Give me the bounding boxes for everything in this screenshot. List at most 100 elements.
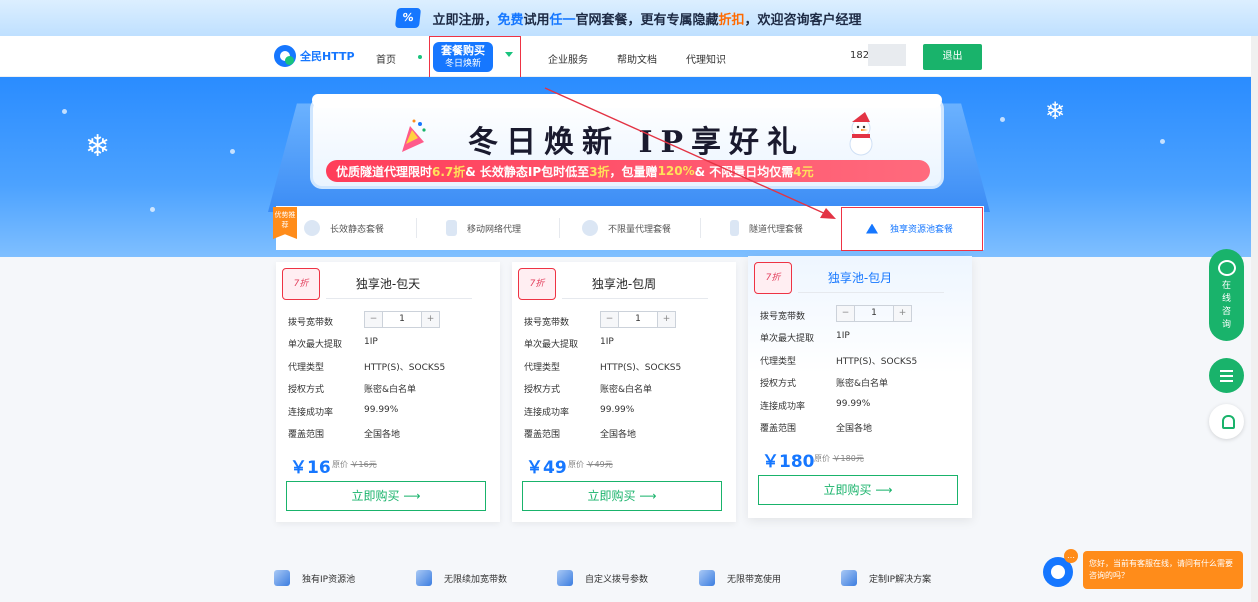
hero-bar-highlight: 4元 (793, 164, 814, 179)
plus-button[interactable]: + (894, 306, 911, 321)
nav-home[interactable]: 首页 (376, 51, 396, 66)
label-proxy-type: 代理类型 (288, 363, 325, 373)
page-scrollbar[interactable] (1251, 36, 1258, 602)
tab-unlimited[interactable]: 不限量代理套餐 (582, 220, 671, 236)
hero-bar-highlight: 120% (657, 164, 695, 178)
nav-knowledge[interactable]: 代理知识 (686, 51, 726, 66)
minus-button[interactable]: − (601, 312, 618, 327)
minus-button[interactable]: − (365, 312, 382, 327)
customer-service-popup[interactable]: 您好，当前有客服在线，请问有什么需要咨询的吗？ (1083, 551, 1243, 589)
card-title: 独享池-包天 (355, 277, 421, 291)
original-price: 原价 ￥49元 (568, 459, 613, 470)
promo-text-3: 试用 (523, 12, 550, 28)
quantity-input[interactable]: 1 (382, 312, 422, 327)
gear-icon (582, 220, 598, 236)
quantity-stepper[interactable]: − 1 + (836, 305, 912, 322)
value-max-fetch: 1IP (364, 337, 378, 347)
nav-dot-icon (418, 55, 422, 59)
feature-item: 无限带宽使用 (699, 570, 781, 586)
plus-button[interactable]: + (422, 312, 439, 327)
value-auth: 账密&白名单 (364, 385, 417, 395)
price: ￥16 (290, 458, 331, 478)
value-auth: 账密&白名单 (836, 379, 889, 389)
feature-item: 独有IP资源池 (274, 570, 355, 586)
tab-mobile[interactable]: 移动网络代理 (446, 220, 521, 236)
label-success-rate: 连接成功率 (288, 408, 334, 418)
hero-bar-highlight: 3折 (589, 164, 610, 179)
logout-button[interactable]: 退出 (923, 44, 982, 70)
nav-docs[interactable]: 帮助文档 (617, 51, 657, 66)
package-card: 7折 独享池-包天 拨号宽带数 − 1 + 单次最大提取 1IP 代理类型 HT… (276, 262, 500, 522)
promo-banner[interactable]: % 立即注册， 免费 试用 任一 官网套餐，更有专属隐藏 折扣 ，欢迎咨询客户经… (0, 0, 1258, 36)
nav-enterprise[interactable]: 企业服务 (548, 51, 588, 66)
buy-button[interactable]: 立即购买 ⟶ (286, 481, 486, 511)
pool-icon (866, 223, 878, 234)
arrow-right-icon: ⟶ (875, 483, 893, 497)
quantity-input[interactable]: 1 (854, 306, 894, 321)
label-max-fetch: 单次最大提取 (288, 340, 343, 350)
label-proxy-type: 代理类型 (524, 363, 561, 373)
consult-char: 询 (1221, 320, 1231, 330)
value-success-rate: 99.99% (600, 405, 635, 415)
online-consult-button[interactable]: 在 线 咨 询 (1209, 249, 1244, 341)
quantity-input[interactable]: 1 (618, 312, 658, 327)
tab-exclusive-pool[interactable]: 独享资源池套餐 (866, 222, 953, 235)
bell-icon[interactable] (1209, 404, 1244, 439)
tab-label: 独享资源池套餐 (890, 225, 954, 235)
label-auth: 授权方式 (288, 385, 325, 395)
tab-label: 移动网络代理 (467, 224, 522, 235)
feature-item: 无限续加宽带数 (416, 570, 507, 586)
chevron-down-icon[interactable] (505, 52, 513, 57)
label-coverage: 覆盖范围 (524, 430, 561, 440)
tab-label: 长效静态套餐 (330, 224, 385, 235)
party-popper-icon (402, 119, 426, 152)
feature-icon (416, 570, 432, 586)
value-coverage: 全国各地 (364, 430, 401, 440)
tab-label: 隧道代理套餐 (749, 224, 804, 235)
chat-bubble-icon (1217, 260, 1236, 276)
card-title: 独享池-包月 (827, 271, 893, 285)
snowflake-icon: ❄ (1045, 97, 1066, 125)
phone-icon (446, 220, 457, 236)
feature-icon (557, 570, 573, 586)
user-phone[interactable]: 182 (850, 50, 869, 61)
promo-text-2: 免费 (497, 12, 524, 28)
quantity-stepper[interactable]: − 1 + (364, 311, 440, 328)
minus-button[interactable]: − (837, 306, 854, 321)
buy-button[interactable]: 立即购买 ⟶ (758, 475, 958, 505)
logo-text: 全民HTTP (300, 50, 355, 63)
value-proxy-type: HTTP(S)、SOCKS5 (836, 357, 918, 367)
online-consult-label: 在 线 咨 询 (1209, 280, 1244, 332)
hero-bar-text: & 不限量日均仅需 (694, 164, 794, 179)
tab-static[interactable]: 长效静态套餐 (304, 220, 384, 236)
arrow-right-icon: ⟶ (403, 489, 421, 503)
original-price: 原价 ￥16元 (332, 459, 377, 470)
quantity-stepper[interactable]: − 1 + (600, 311, 676, 328)
promo-text-7: ，欢迎咨询客户经理 (744, 12, 862, 28)
settings-sliders-icon[interactable] (1209, 358, 1244, 393)
plus-button[interactable]: + (658, 312, 675, 327)
arrow-right-icon: ⟶ (639, 489, 657, 503)
site-logo[interactable]: 全民HTTP (274, 45, 355, 67)
label-auth: 授权方式 (524, 385, 561, 395)
promo-text-5: 官网套餐，更有专属隐藏 (575, 12, 719, 28)
label-auth: 授权方式 (760, 379, 797, 389)
package-card-active: 7折 独享池-包月 拨号宽带数 − 1 + 单次最大提取 1IP 代理类型 HT… (748, 256, 972, 518)
tab-tunnel[interactable]: 隧道代理套餐 (730, 220, 803, 236)
feature-item: 自定义拨号参数 (557, 570, 648, 586)
buy-label: 立即购买 (351, 489, 400, 503)
hero-bar-text: & 长效静态IP包时低至 (465, 164, 590, 179)
hero-bar-text: ，包量赠 (609, 164, 658, 179)
hero-title: 冬日焕新 IP享好礼 (468, 125, 806, 160)
logo-icon (274, 45, 296, 67)
original-price-label: 原价 (814, 454, 830, 463)
promo-text-6: 折扣 (718, 12, 745, 28)
snowman-icon (849, 112, 873, 156)
clock-icon (304, 220, 320, 236)
value-max-fetch: 1IP (600, 337, 614, 347)
nav-package[interactable]: 套餐购买 冬日焕新 (433, 42, 493, 72)
buy-label: 立即购买 (823, 483, 872, 497)
label-proxy-type: 代理类型 (760, 357, 797, 367)
buy-button[interactable]: 立即购买 ⟶ (522, 481, 722, 511)
buy-label: 立即购买 (587, 489, 636, 503)
